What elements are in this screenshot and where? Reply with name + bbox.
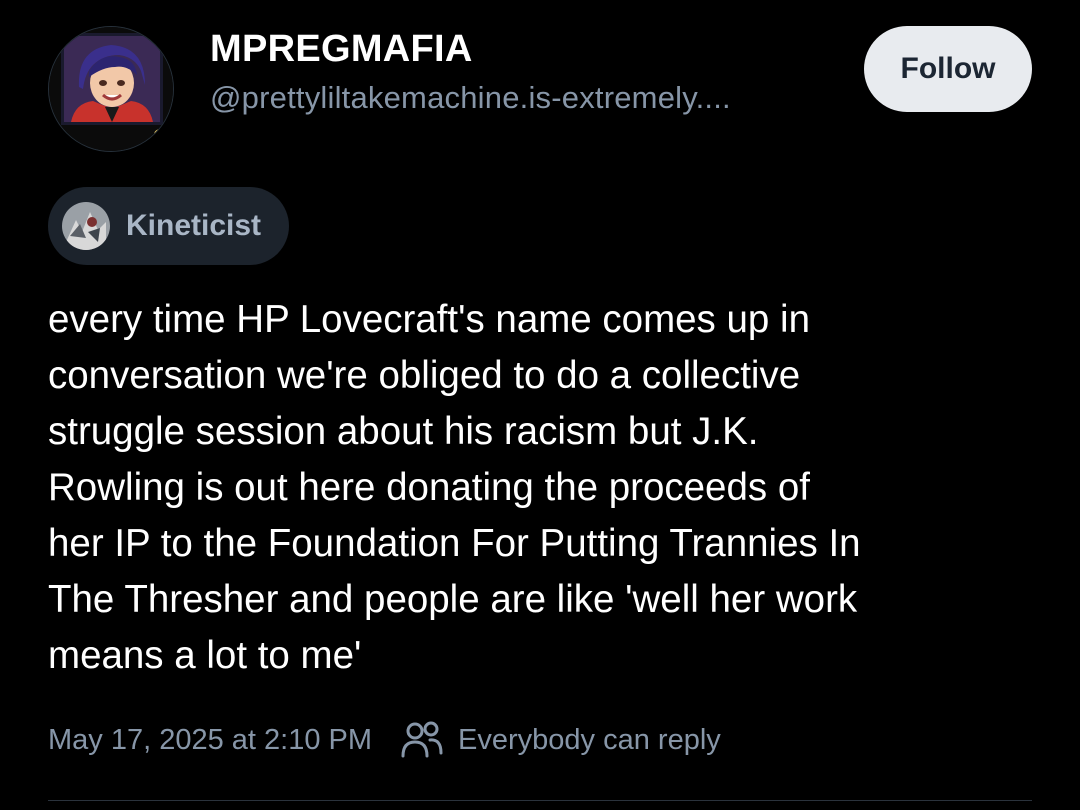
reply-setting[interactable]: Everybody can reply: [400, 720, 721, 760]
people-icon: [401, 721, 443, 758]
author-avatar[interactable]: [48, 26, 174, 152]
reply-setting-label: Everybody can reply: [458, 723, 721, 756]
divider: [48, 800, 1032, 801]
post-body-text: every time HP Lovecraft's name comes up …: [48, 298, 861, 677]
post-meta: May 17, 2025 at 2:10 PM Everybody can re…: [48, 720, 721, 760]
content-label-chip[interactable]: Kineticist: [48, 187, 289, 265]
content-label-name: Kineticist: [126, 209, 262, 242]
post-card: MPREGMAFIA @prettyliltakemachine.is-extr…: [0, 0, 1080, 810]
author-handle[interactable]: @prettyliltakemachine.is-extremely....: [210, 80, 731, 116]
profile-avatar-icon: [49, 27, 173, 151]
labeler-avatar-icon: [62, 202, 110, 250]
post-timestamp[interactable]: May 17, 2025 at 2:10 PM: [48, 724, 372, 757]
follow-button[interactable]: Follow: [864, 26, 1032, 112]
author-display-name[interactable]: MPREGMAFIA: [210, 28, 473, 71]
